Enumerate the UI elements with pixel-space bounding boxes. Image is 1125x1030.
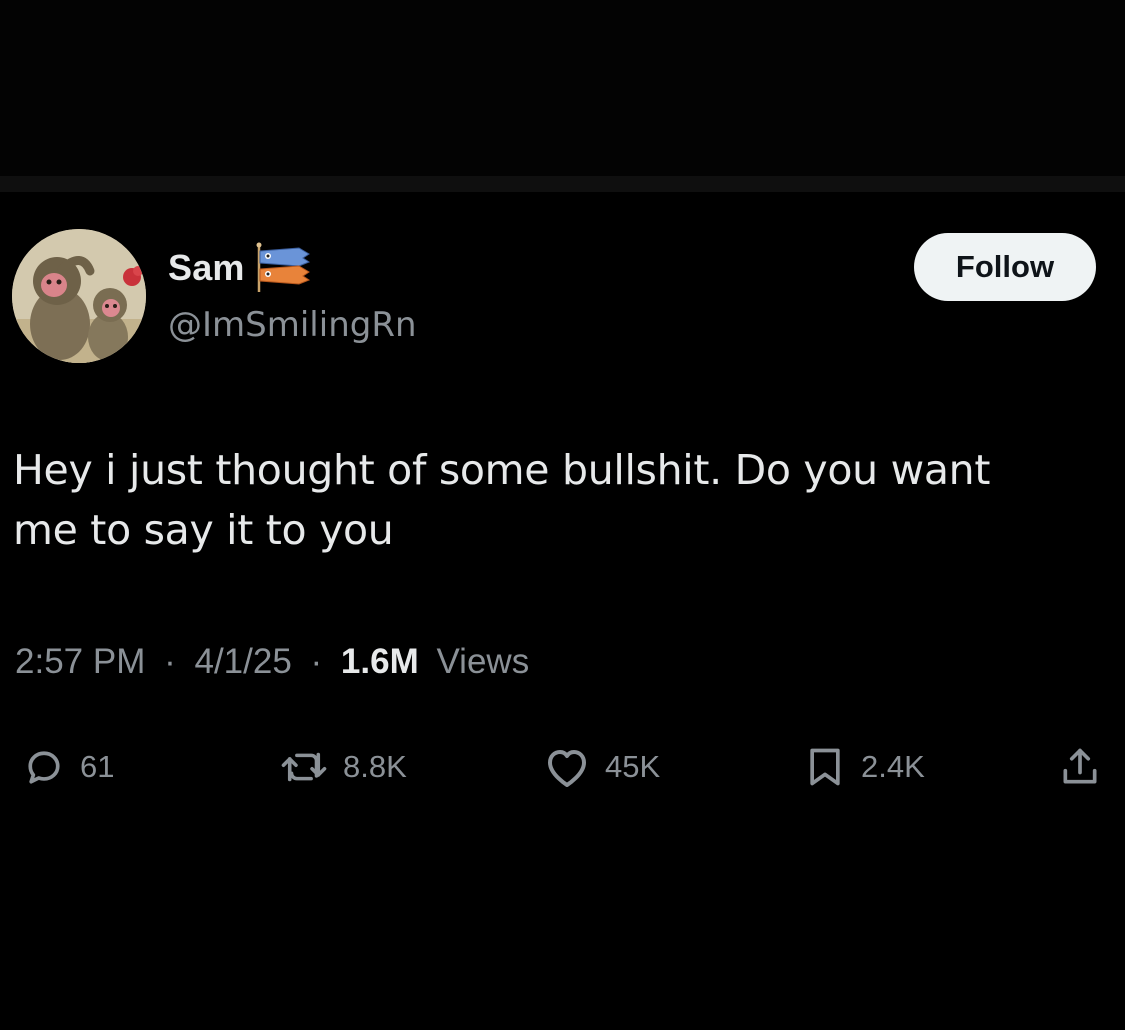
heart-icon — [548, 750, 586, 787]
koinobori-icon — [256, 242, 310, 292]
retweet-icon — [281, 752, 327, 782]
tweet-time[interactable]: 2:57 PM — [15, 642, 145, 681]
bookmark-button[interactable]: 2.4K — [803, 737, 925, 797]
avatar[interactable] — [12, 229, 146, 363]
tweet-meta: 2:57 PM · 4/1/25 · 1.6M Views — [15, 642, 529, 682]
views-label: Views — [436, 642, 530, 681]
display-name[interactable]: Sam — [168, 247, 245, 289]
avatar-image — [12, 229, 146, 363]
bookmark-icon — [810, 748, 840, 786]
share-icon — [1063, 748, 1097, 784]
tweet-date[interactable]: 4/1/25 — [194, 642, 291, 681]
tweet-text-line-1: Hey i just thought of some bullshit. Do … — [13, 446, 991, 494]
like-count: 45K — [605, 749, 661, 784]
bookmark-count: 2.4K — [861, 749, 925, 784]
author-name-row: Sam — [168, 238, 315, 298]
meta-separator: · — [164, 642, 176, 681]
share-button[interactable] — [1058, 737, 1102, 797]
tweet-text: Hey i just thought of some bullshit. Do … — [13, 440, 1113, 560]
top-dark-band — [0, 0, 1125, 176]
section-separator — [0, 176, 1125, 192]
views-count: 1.6M — [340, 642, 419, 681]
reply-count: 61 — [80, 749, 115, 784]
retweet-count: 8.8K — [343, 749, 407, 784]
follow-button[interactable]: Follow — [914, 233, 1096, 301]
tweet-text-line-2: me to say it to you — [13, 506, 394, 554]
reply-button[interactable]: 61 — [22, 737, 114, 797]
retweet-button[interactable]: 8.8K — [279, 737, 407, 797]
author-handle[interactable]: @ImSmilingRn — [168, 305, 417, 345]
like-button[interactable]: 45K — [543, 737, 660, 797]
tweet-actions: 61 8.8K 45K 2.4K — [0, 737, 1125, 797]
meta-separator: · — [310, 642, 323, 681]
reply-icon — [28, 751, 60, 784]
